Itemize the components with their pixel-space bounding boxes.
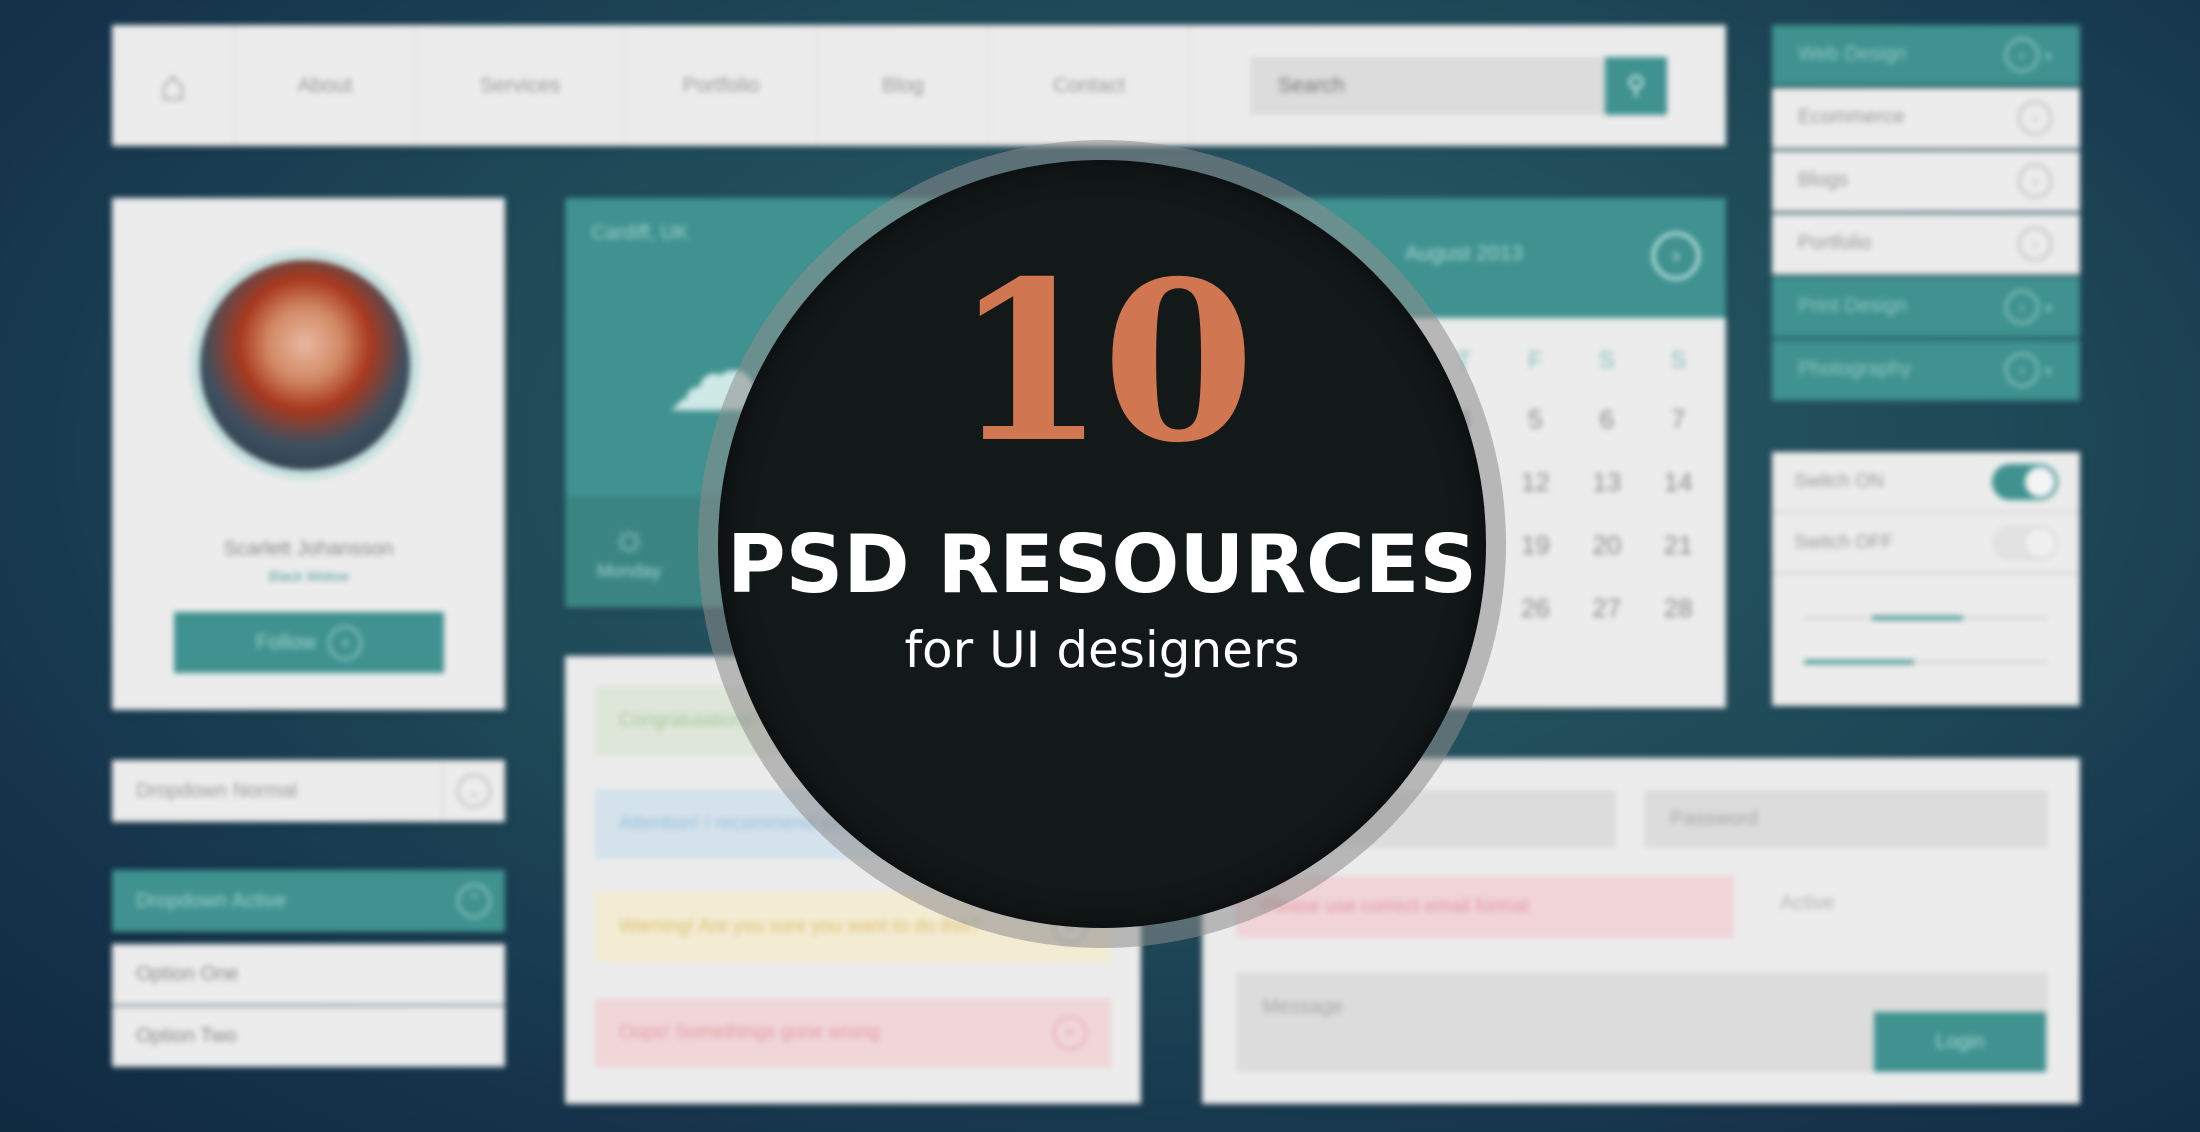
chevron-circle-icon: › xyxy=(2018,226,2052,261)
calendar-day[interactable]: 19 xyxy=(1500,514,1571,577)
calendar-day[interactable] xyxy=(1500,640,1571,703)
profile-role: Black Widow xyxy=(268,568,349,584)
side-menu-label: Photography xyxy=(1798,358,1912,380)
dropdown-active-label: Dropdown Active xyxy=(136,889,287,912)
calendar-day[interactable]: 28 xyxy=(1643,577,1714,640)
close-circle-icon[interactable]: × xyxy=(1053,1016,1087,1050)
dropdown-active[interactable]: Dropdown Active ⌃ xyxy=(112,870,505,932)
title-badge: 10 PSD RESOURCES for UI designers xyxy=(698,140,1506,948)
side-menu-label: Ecommerce xyxy=(1798,106,1905,128)
calendar-day[interactable] xyxy=(1643,640,1714,703)
sun-icon: ☼ xyxy=(610,516,648,560)
weekday-header: S xyxy=(1670,347,1687,374)
side-menu-item-web-design[interactable]: Web Design › ▾ xyxy=(1772,25,2080,86)
nav-item-services[interactable]: Services xyxy=(416,25,625,146)
toggle-switch-on[interactable] xyxy=(1992,463,2058,500)
avatar xyxy=(190,250,420,480)
switches-panel: Switch ON Switch OFF xyxy=(1772,452,2080,706)
calendar-day[interactable]: 12 xyxy=(1500,451,1571,514)
caret-down-icon: ▾ xyxy=(2044,47,2052,64)
side-menu-item-photography[interactable]: Photography › ▾ xyxy=(1772,340,2080,401)
password-field[interactable]: Password xyxy=(1644,790,2048,848)
title-badge-inner: 10 PSD RESOURCES for UI designers xyxy=(718,160,1486,928)
forecast-day-label: Monday xyxy=(597,561,662,581)
switch-row-off: Switch OFF xyxy=(1772,513,2080,574)
search-input[interactable] xyxy=(1250,56,1605,115)
avatar-image xyxy=(200,260,410,470)
calendar-day[interactable]: 13 xyxy=(1571,451,1642,514)
alert-text: Oops! Somethings gone wrong xyxy=(619,1022,880,1043)
alert-text: Warning! Are you sure you want to do thi… xyxy=(619,916,981,937)
nav-item-contact[interactable]: Contact xyxy=(989,25,1190,146)
nav-item-portfolio[interactable]: Portfolio xyxy=(625,25,818,146)
chevron-up-circle-icon: ⌃ xyxy=(457,884,491,918)
search-box: ⚲ xyxy=(1250,56,1667,115)
caret-down-icon: ▾ xyxy=(2044,362,2052,379)
switch-off-label: Switch OFF xyxy=(1794,531,1894,553)
chevron-right-icon[interactable]: › xyxy=(1652,232,1700,280)
side-menu-item-portfolio[interactable]: Portfolio › xyxy=(1772,214,2080,275)
follow-button[interactable]: Follow + xyxy=(174,612,444,673)
chevron-circle-icon: › xyxy=(2018,163,2052,198)
dropdown-normal-label: Dropdown Normal xyxy=(136,779,298,802)
calendar-day[interactable]: 5 xyxy=(1500,388,1571,451)
follow-label: Follow xyxy=(255,630,317,654)
switch-on-label: Switch ON xyxy=(1794,470,1884,492)
badge-subtitle: for UI designers xyxy=(904,621,1300,679)
weather-location: Cardiff, UK xyxy=(591,222,689,244)
side-menu-label: Print Design xyxy=(1798,295,1907,317)
side-menu-item-blogs[interactable]: Blogs › xyxy=(1772,151,2080,212)
calendar-day[interactable]: 26 xyxy=(1500,577,1571,640)
side-menu-item-print-design[interactable]: Print Design › ▾ xyxy=(1772,277,2080,338)
side-menu-item-ecommerce[interactable]: Ecommerce › xyxy=(1772,88,2080,149)
top-navigation-bar: ⌂ About Services Portfolio Blog Contact … xyxy=(112,25,1726,146)
side-menu-label: Web Design xyxy=(1798,43,1907,65)
home-icon[interactable]: ⌂ xyxy=(112,25,235,146)
dropdown-option-one[interactable]: Option One xyxy=(112,944,505,1005)
nav-item-about[interactable]: About xyxy=(235,25,416,146)
calendar-day[interactable]: 27 xyxy=(1571,577,1642,640)
slider-fill xyxy=(1804,660,1914,664)
slider-fill xyxy=(1872,616,1963,620)
badge-number: 10 xyxy=(952,232,1255,491)
chevron-circle-icon: › xyxy=(2004,37,2039,72)
plus-circle-icon: + xyxy=(328,625,363,660)
chevron-circle-icon: › xyxy=(2004,352,2039,387)
profile-name: Scarlett Johansson xyxy=(223,538,394,560)
weekday-header: S xyxy=(1598,347,1615,374)
calendar-day[interactable] xyxy=(1571,640,1642,703)
calendar-day[interactable]: 7 xyxy=(1643,388,1714,451)
side-menu-label: Blogs xyxy=(1798,169,1849,191)
forecast-day: ☼ Monday xyxy=(597,516,661,582)
calendar-day[interactable]: 21 xyxy=(1643,514,1714,577)
active-field-label[interactable]: Active xyxy=(1780,892,1834,915)
dropdown-option-two[interactable]: Option Two xyxy=(112,1006,505,1067)
chevron-circle-icon: › xyxy=(2018,100,2052,135)
range-slider-2[interactable] xyxy=(1804,660,2048,664)
toggle-switch-off[interactable] xyxy=(1992,524,2058,561)
login-button[interactable]: Login xyxy=(1874,1012,2046,1072)
range-slider-1[interactable] xyxy=(1804,616,2048,620)
weekday-header: F xyxy=(1528,347,1543,374)
dropdown-normal[interactable]: Dropdown Normal ⌄ xyxy=(112,760,505,822)
side-menu-label: Portfolio xyxy=(1798,232,1872,254)
calendar-day[interactable]: 6 xyxy=(1571,388,1642,451)
search-icon[interactable]: ⚲ xyxy=(1605,56,1667,115)
calendar-day[interactable]: 20 xyxy=(1571,514,1642,577)
alert-error: Oops! Somethings gone wrong × xyxy=(595,998,1111,1068)
caret-down-icon: ▾ xyxy=(2044,299,2052,316)
chevron-circle-icon: › xyxy=(2004,289,2039,324)
chevron-down-circle-icon: ⌄ xyxy=(457,774,491,808)
profile-card: Scarlett Johansson Black Widow Follow + xyxy=(112,198,505,710)
switch-row-on: Switch ON xyxy=(1772,452,2080,513)
calendar-day[interactable]: 14 xyxy=(1643,451,1714,514)
badge-title: PSD RESOURCES xyxy=(727,518,1477,611)
nav-item-blog[interactable]: Blog xyxy=(818,25,989,146)
